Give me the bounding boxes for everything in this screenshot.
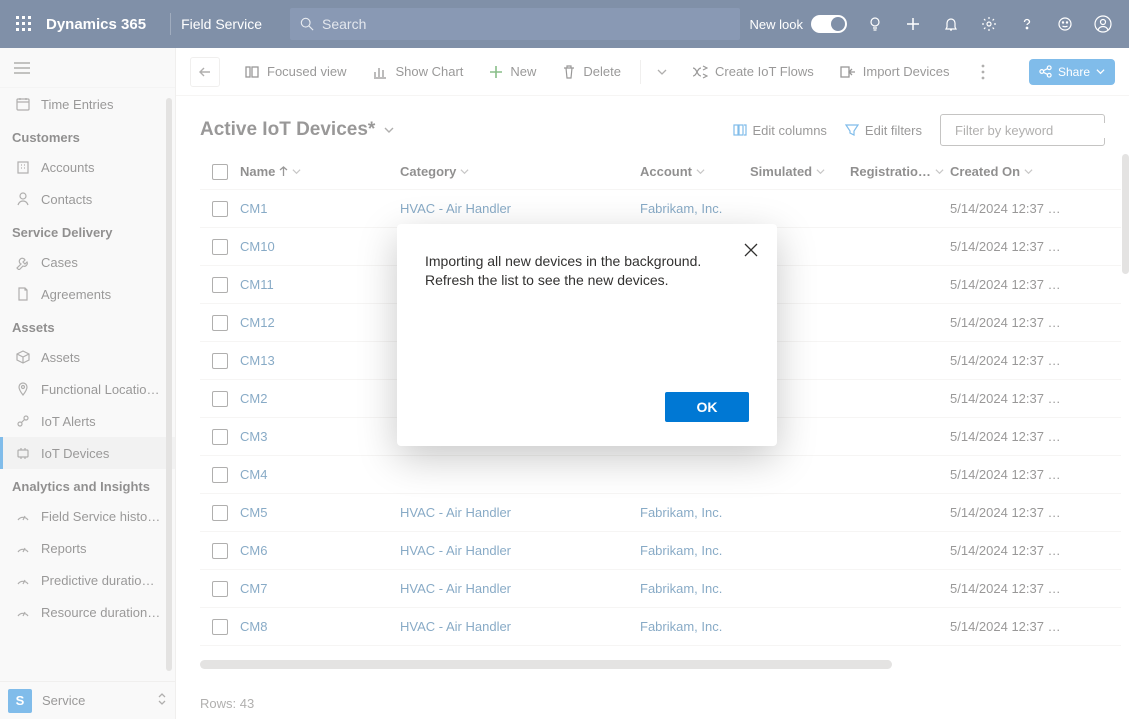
dialog-message: Importing all new devices in the backgro… (425, 252, 749, 372)
ok-button[interactable]: OK (665, 392, 749, 422)
close-button[interactable] (737, 236, 765, 264)
dialog: Importing all new devices in the backgro… (397, 224, 777, 446)
